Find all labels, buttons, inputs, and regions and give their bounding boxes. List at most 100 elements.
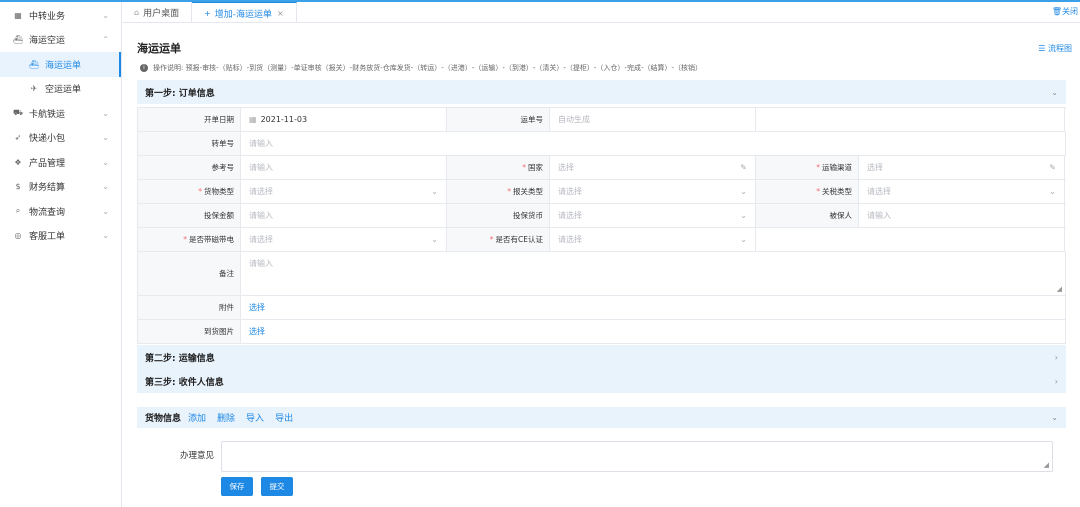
form-row: 参考号 请输入 * 国家 选择 ✎ * 运输渠道 选择 ✎ (138, 156, 1066, 180)
building-icon: ▦ (14, 10, 22, 20)
magnetic-select[interactable]: 请选择 ⌄ (241, 228, 447, 251)
sidebar-item-truck-rail[interactable]: ⛟ 卡航铁运 ⌄ (0, 101, 121, 126)
order-date-field[interactable]: ▦ 2021-11-03 (241, 108, 447, 131)
magnetic-placeholder: 请选择 (249, 235, 273, 244)
country-label: * 国家 (447, 156, 550, 179)
customs-type-label: * 报关类型 (447, 180, 550, 203)
ce-label: * 是否有CE认证 (447, 228, 550, 251)
calendar-icon: ▦ (249, 115, 257, 124)
goods-type-label-text: 货物类型 (204, 187, 234, 196)
goods-export-button[interactable]: 导出 (275, 411, 293, 424)
tax-type-placeholder: 请选择 (867, 187, 891, 196)
chevron-right-icon: › (1054, 352, 1058, 362)
transfer-no-placeholder: 请输入 (249, 139, 273, 148)
chevron-down-icon: ⌄ (102, 133, 109, 143)
chevron-down-icon: ⌄ (740, 211, 747, 220)
sidebar-item-label: 海运空运 (29, 36, 66, 47)
form-row: 转单号 请输入 (138, 132, 1066, 156)
remark-label: 备注 (138, 252, 241, 295)
sidebar-item-label: 物流查询 (29, 207, 66, 218)
insured-currency-select[interactable]: 请选择 ⌄ (550, 204, 756, 227)
customs-type-placeholder: 请选择 (558, 187, 582, 196)
ref-no-placeholder: 请输入 (249, 163, 273, 172)
resize-handle-icon[interactable]: ◢ (1057, 285, 1062, 293)
goods-add-button[interactable]: 添加 (188, 411, 206, 424)
ce-select[interactable]: 请选择 ⌄ (550, 228, 756, 251)
ref-no-input[interactable]: 请输入 (241, 156, 447, 179)
save-button[interactable]: 保存 (221, 477, 253, 496)
opinion-label: 办理意见 (180, 451, 215, 461)
insured-person-input[interactable]: 请输入 (859, 204, 1065, 227)
chevron-down-icon: ⌄ (102, 10, 109, 20)
channel-select[interactable]: 选择 ✎ (859, 156, 1065, 179)
insured-amount-input[interactable]: 请输入 (241, 204, 447, 227)
sidebar-item-products[interactable]: ❖ 产品管理 ⌄ (0, 150, 121, 175)
sidebar-item-transit[interactable]: ▦ 中转业务 ⌄ (0, 3, 121, 28)
goods-header: 货物信息 添加 删除 导入 导出 ⌄ (137, 407, 1066, 428)
step3-header[interactable]: 第三步: 收件人信息 › (137, 369, 1066, 393)
sidebar-item-label: 客服工单 (29, 232, 66, 243)
tax-type-label: * 关税类型 (756, 180, 859, 203)
ship-icon: ⛴ (28, 59, 40, 69)
remark-textarea[interactable]: 请输入 ◢ (241, 252, 1066, 295)
channel-label: * 运输渠道 (756, 156, 859, 179)
sidebar-item-sea-air[interactable]: ⛴ 海运空运 ⌃ (0, 28, 121, 53)
products-icon: ❖ (14, 157, 22, 167)
list-icon: ☰ (1038, 44, 1046, 53)
home-icon: ⌂ (134, 8, 140, 17)
arrival-photo-label: 到货图片 (138, 320, 241, 343)
close-all-button[interactable]: 🗑关闭 (1052, 6, 1078, 17)
tax-type-select[interactable]: 请选择 ⌄ (859, 180, 1065, 203)
customs-type-select[interactable]: 请选择 ⌄ (550, 180, 756, 203)
chevron-down-icon[interactable]: ⌄ (1051, 413, 1058, 422)
channel-placeholder: 选择 (867, 163, 883, 172)
step3-title: 第三步: 收件人信息 (145, 377, 224, 388)
sidebar-item-service[interactable]: ◎ 客服工单 ⌄ (0, 224, 121, 249)
operation-note-text: 操作说明: 预报-审核-（贴标）-到货（测量）-单证审核（报关）-财务放货-仓库… (153, 64, 702, 72)
country-select[interactable]: 选择 ✎ (550, 156, 756, 179)
form-row: 投保金额 请输入 投保货币 请选择 ⌄ 被保人 请输入 (138, 204, 1066, 228)
step2-title: 第二步: 运输信息 (145, 353, 215, 364)
sidebar-item-label: 财务结算 (29, 183, 66, 194)
goods-delete-button[interactable]: 删除 (217, 411, 235, 424)
chevron-down-icon: ⌄ (740, 187, 747, 196)
arrival-photo-select-link[interactable]: 选择 (249, 326, 265, 337)
tab-user-desktop[interactable]: ⌂ 用户桌面 (122, 2, 193, 23)
attachment-select-link[interactable]: 选择 (249, 302, 265, 313)
opinion-textarea[interactable]: ◢ (221, 441, 1053, 472)
goods-type-select[interactable]: 请选择 ⌄ (241, 180, 447, 203)
sidebar-item-air-waybill[interactable]: ✈ 空运运单 (0, 77, 121, 102)
step1-header[interactable]: 第一步: 订单信息 ⌄ (137, 80, 1066, 104)
sidebar-item-label: 快递小包 (29, 134, 66, 145)
goods-import-button[interactable]: 导入 (246, 411, 264, 424)
form-row: * 是否带磁带电 请选择 ⌄ * 是否有CE认证 请选择 ⌄ (138, 228, 1066, 252)
goods-title: 货物信息 (145, 414, 182, 424)
info-icon: i (140, 64, 148, 72)
arrival-photo-field: 选择 (241, 320, 1066, 343)
ce-placeholder: 请选择 (558, 235, 582, 244)
edit-icon: ✎ (1049, 163, 1056, 172)
step1-title: 第一步: 订单信息 (145, 88, 215, 99)
transfer-no-input[interactable]: 请输入 (241, 132, 1066, 155)
sidebar-item-sea-waybill[interactable]: ⛴ 海运运单 (0, 52, 121, 77)
send-icon: ➶ (14, 133, 22, 143)
tab-add-sea-waybill[interactable]: + 增加-海运运单 × (192, 2, 297, 23)
submit-button[interactable]: 提交 (261, 477, 293, 496)
chevron-down-icon: ⌄ (431, 187, 438, 196)
close-icon[interactable]: × (277, 9, 284, 18)
sidebar-item-express[interactable]: ➶ 快递小包 ⌄ (0, 126, 121, 151)
insured-amount-placeholder: 请输入 (249, 211, 273, 220)
ship-icon: ⛴ (12, 35, 24, 45)
sidebar-item-tracking[interactable]: ⌕ 物流查询 ⌄ (0, 199, 121, 224)
attachment-field: 选择 (241, 296, 1066, 319)
trash-icon: 🗑 (1051, 7, 1062, 16)
chevron-down-icon: ⌄ (1049, 187, 1056, 196)
resize-handle-icon[interactable]: ◢ (1044, 461, 1049, 469)
sidebar-item-finance[interactable]: $ 财务结算 ⌄ (0, 175, 121, 200)
chevron-right-icon: › (1054, 376, 1058, 386)
chevron-down-icon: ⌄ (102, 157, 109, 167)
form-row: 备注 请输入 ◢ (138, 252, 1066, 296)
flow-chart-link[interactable]: ☰ 流程图 (1038, 43, 1072, 54)
attachment-label: 附件 (138, 296, 241, 319)
step2-header[interactable]: 第二步: 运输信息 › (137, 345, 1066, 369)
